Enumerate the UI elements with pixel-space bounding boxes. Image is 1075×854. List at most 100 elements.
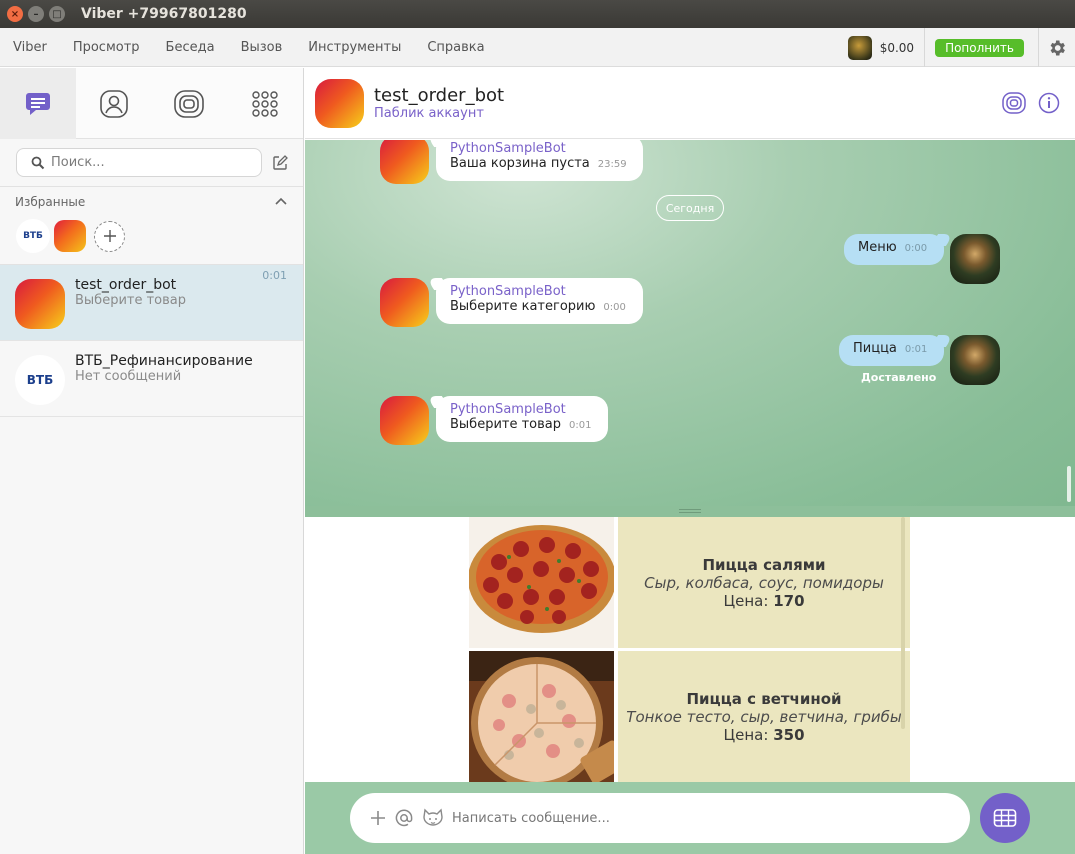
panel-resize-handle[interactable] — [305, 506, 1075, 517]
date-separator: Сегодня — [656, 195, 724, 221]
chat-item-test-order-bot[interactable]: test_order_bot Выберите товар 0:01 — [0, 265, 303, 341]
delivery-status: Доставлено — [861, 371, 937, 384]
product-description: Сыр, колбаса, соус, помидоры — [644, 573, 884, 592]
window-minimize-button[interactable]: – — [28, 6, 44, 22]
attach-button[interactable] — [370, 810, 386, 826]
search-input[interactable] — [51, 155, 251, 170]
message-sender: PythonSampleBot — [450, 141, 566, 156]
message-time: 0:00 — [904, 243, 928, 254]
product-price: Цена: 170 — [723, 591, 805, 610]
search-row — [0, 139, 303, 187]
sender-avatar — [380, 278, 429, 327]
menu-tools[interactable]: Инструменты — [308, 40, 401, 55]
sticker-button[interactable] — [422, 808, 444, 828]
menu-viber[interactable]: Viber — [13, 40, 47, 55]
message-text: Ваша корзина пуста — [450, 156, 590, 171]
favorite-vtb[interactable]: ВТБ — [16, 219, 50, 253]
avatar — [15, 279, 65, 329]
window-title: Viber +79967801280 — [81, 6, 247, 22]
pizza-ham-image — [469, 651, 614, 782]
message-outgoing: Меню 0:00 — [844, 234, 944, 265]
gear-icon — [1050, 40, 1065, 55]
sidebar-tabs — [0, 68, 303, 139]
add-favorite-button[interactable] — [94, 220, 125, 252]
messages-scrollbar[interactable] — [1067, 466, 1071, 502]
account-avatar[interactable] — [847, 35, 872, 60]
divider — [924, 28, 926, 67]
chat-name: test_order_bot — [75, 277, 177, 293]
menubar: Viber Просмотр Беседа Вызов Инструменты … — [0, 28, 1075, 67]
my-avatar — [950, 335, 1000, 385]
info-icon[interactable] — [1038, 92, 1060, 114]
message-text: Меню — [858, 240, 897, 255]
favorite-test-order-bot[interactable] — [54, 220, 86, 252]
bot-keyboard: Пицца салями Сыр, колбаса, соус, помидор… — [305, 517, 1075, 782]
mention-button[interactable] — [395, 809, 413, 827]
keyboard-item-card[interactable]: Пицца с ветчиной Тонкое тесто, сыр, ветч… — [618, 651, 910, 782]
menu-view[interactable]: Просмотр — [73, 40, 140, 55]
message-text: Выберите категорию — [450, 299, 596, 314]
compose-button[interactable] — [271, 154, 289, 172]
message-incoming: PythonSampleBot Ваша корзина пуста 23:59 — [436, 140, 643, 181]
menu-help[interactable]: Справка — [427, 40, 484, 55]
tab-public-accounts[interactable] — [152, 68, 228, 139]
chat-name: ВТБ_Рефинансирование — [75, 353, 253, 369]
message-sender: PythonSampleBot — [450, 402, 566, 417]
public-accounts-icon[interactable] — [1002, 92, 1026, 114]
keyboard-item-card[interactable]: Пицца салями Сыр, колбаса, соус, помидор… — [618, 517, 910, 648]
window-titlebar: × – □ Viber +79967801280 — [0, 0, 1075, 28]
chats-icon — [25, 92, 50, 115]
mention-icon — [395, 809, 413, 827]
chat-header: test_order_bot Паблик аккаунт — [305, 68, 1075, 139]
message-input-box[interactable] — [350, 793, 970, 843]
menu-conversation[interactable]: Беседа — [166, 40, 215, 55]
public-accounts-icon — [174, 89, 205, 118]
my-avatar — [950, 234, 1000, 284]
product-title: Пицца салями — [702, 555, 826, 574]
chat-item-vtb[interactable]: ВТБ ВТБ_Рефинансирование Нет сообщений — [0, 341, 303, 417]
settings-button[interactable] — [1039, 28, 1075, 67]
menu-call[interactable]: Вызов — [241, 40, 283, 55]
sidebar: Избранные ВТБ test_order_bot Выберите то… — [0, 68, 304, 854]
sticker-icon — [423, 808, 443, 826]
favorites-label: Избранные — [15, 195, 86, 209]
chat-time: 0:01 — [262, 269, 287, 282]
keyboard-item[interactable]: Пицца с ветчиной Тонкое тесто, сыр, ветч… — [469, 651, 910, 782]
sender-avatar — [380, 140, 429, 184]
chat-title[interactable]: test_order_bot — [374, 85, 504, 106]
message-time: 0:01 — [569, 420, 592, 431]
message-text: Пицца — [853, 341, 897, 356]
message-sender: PythonSampleBot — [450, 284, 566, 299]
keyboard-scrollbar[interactable] — [901, 517, 905, 729]
tab-chats[interactable] — [0, 68, 76, 139]
topup-button[interactable]: Пополнить — [935, 38, 1024, 57]
pizza-salami-image — [469, 517, 614, 648]
keyboard-icon — [993, 809, 1017, 827]
message-time: 0:00 — [603, 302, 626, 313]
product-description: Тонкое тесто, сыр, ветчина, грибы — [626, 707, 902, 726]
search-box[interactable] — [16, 148, 262, 177]
grip — [679, 509, 701, 513]
balance-amount: $0.00 — [879, 40, 915, 55]
keyboard-item[interactable]: Пицца салями Сыр, колбаса, соус, помидор… — [469, 517, 910, 648]
plus-icon — [103, 230, 116, 242]
window-maximize-button[interactable]: □ — [49, 6, 65, 22]
product-title: Пицца с ветчиной — [686, 689, 842, 708]
message-outgoing: Пицца 0:01 — [839, 335, 944, 366]
favorites-section: Избранные ВТБ — [0, 187, 303, 265]
chat-subtitle: Паблик аккаунт — [374, 106, 484, 121]
search-icon — [31, 156, 45, 169]
tab-contacts[interactable] — [76, 68, 152, 139]
sender-avatar — [380, 396, 429, 445]
product-price: Цена: 350 — [723, 725, 805, 744]
tab-dialpad[interactable] — [227, 68, 303, 139]
chevron-up-icon[interactable] — [275, 197, 287, 205]
compose-icon — [273, 154, 288, 170]
chat-avatar[interactable] — [315, 79, 364, 128]
message-incoming: PythonSampleBot Выберите категорию 0:00 — [436, 278, 643, 324]
message-input[interactable] — [452, 810, 932, 826]
window-close-button[interactable]: × — [7, 6, 23, 22]
message-time: 23:59 — [597, 159, 627, 170]
keyboard-toggle-button[interactable] — [980, 793, 1030, 843]
chat-last-message: Выберите товар — [75, 293, 187, 308]
